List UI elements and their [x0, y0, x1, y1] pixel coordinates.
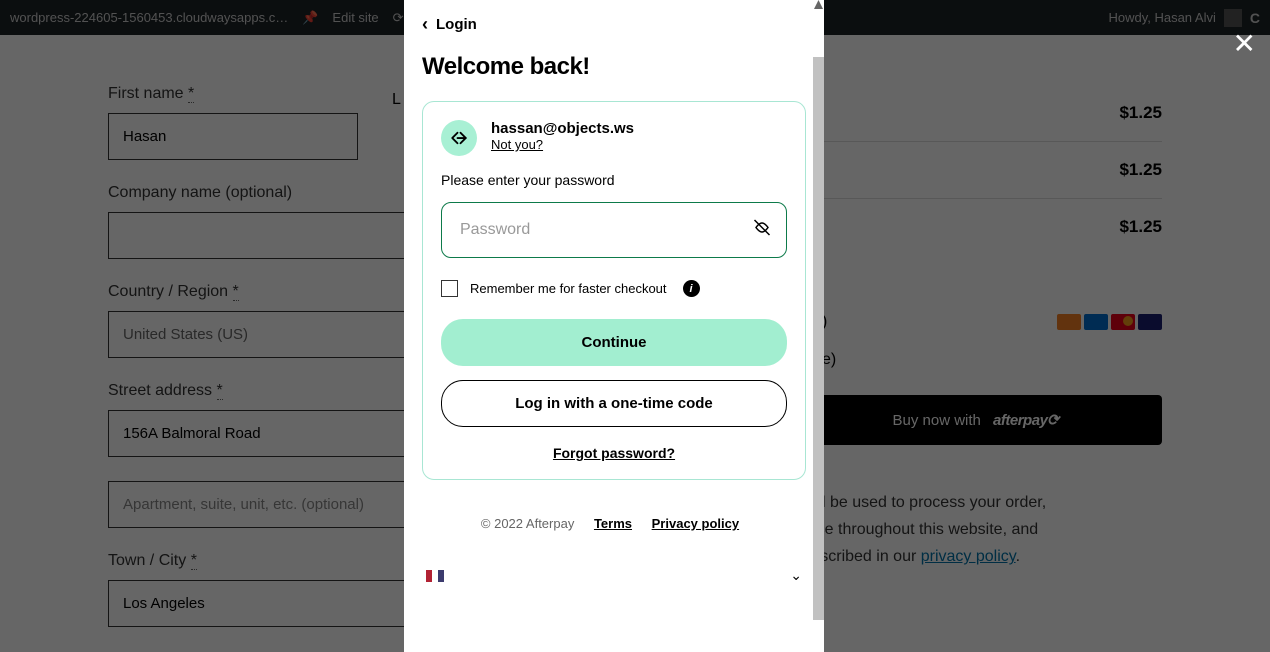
- chevron-down-icon[interactable]: ⌄: [790, 567, 802, 584]
- remember-checkbox[interactable]: [441, 280, 458, 297]
- copyright-text: © 2022 Afterpay: [481, 516, 574, 531]
- login-modal: ‹ Login Welcome back! hassan@objects.ws …: [404, 0, 824, 652]
- info-icon[interactable]: i: [683, 280, 700, 297]
- modal-title: Welcome back!: [422, 53, 806, 81]
- flag-icon[interactable]: [426, 570, 444, 582]
- close-icon[interactable]: ✕: [1233, 30, 1256, 58]
- back-button[interactable]: ‹ Login: [422, 14, 806, 35]
- terms-link[interactable]: Terms: [594, 516, 632, 531]
- afterpay-avatar-icon: [441, 120, 477, 156]
- password-prompt: Please enter your password: [441, 172, 787, 188]
- one-time-code-button[interactable]: Log in with a one-time code: [441, 380, 787, 427]
- password-input[interactable]: [441, 202, 787, 258]
- eye-hide-icon[interactable]: [753, 219, 771, 242]
- not-you-link[interactable]: Not you?: [491, 137, 634, 152]
- continue-button[interactable]: Continue: [441, 319, 787, 366]
- chevron-left-icon: ‹: [422, 14, 428, 35]
- forgot-password-link[interactable]: Forgot password?: [441, 445, 787, 461]
- user-email: hassan@objects.ws: [491, 120, 634, 137]
- privacy-link[interactable]: Privacy policy: [652, 516, 739, 531]
- remember-label: Remember me for faster checkout: [470, 281, 667, 296]
- scrollbar-thumb[interactable]: [813, 57, 824, 620]
